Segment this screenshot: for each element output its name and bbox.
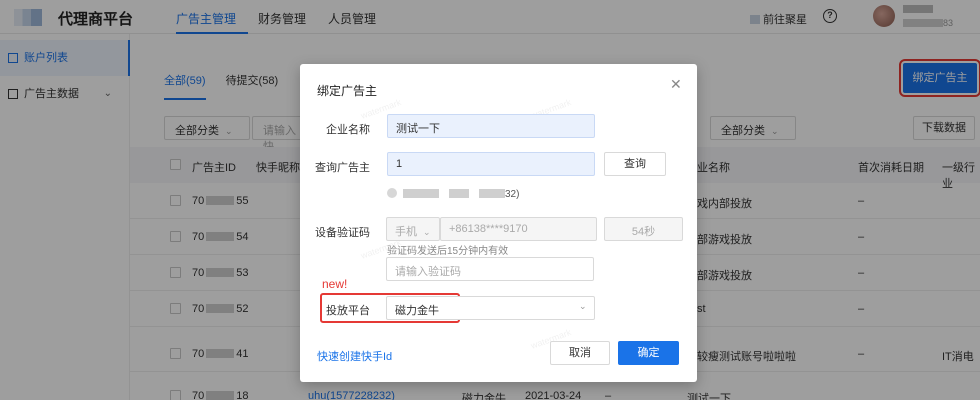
query-label: 查询广告主 (315, 162, 370, 174)
platform-label: 投放平台 (326, 305, 370, 317)
quick-create-kuaishou-id-link[interactable]: 快速创建快手Id (317, 348, 392, 364)
chevron-down-icon: ⌄ (579, 301, 587, 311)
cancel-button[interactable]: 取消 (550, 341, 610, 365)
close-icon[interactable]: ✕ (670, 76, 682, 93)
modal-title: 绑定广告主 (317, 84, 378, 98)
account-result[interactable]: 32) (387, 188, 519, 200)
company-label: 企业名称 (326, 124, 370, 136)
device-code-label: 设备验证码 (315, 227, 370, 239)
company-name-field[interactable]: 测试一下 (387, 114, 595, 138)
new-tag: new! (322, 277, 348, 291)
code-hint: 验证码发送后15分钟内有效 (387, 246, 509, 257)
query-ad-owner-input[interactable]: 1 (387, 152, 595, 176)
bind-ad-owner-modal: watermark watermark watermark watermark … (300, 64, 697, 382)
phone-number-field: +86138****9170 (440, 217, 597, 241)
platform-select[interactable]: 磁力金牛 (386, 296, 595, 320)
account-icon (387, 188, 397, 198)
verification-code-input[interactable]: 请输入验证码 (386, 257, 594, 281)
query-button[interactable]: 查询 (604, 152, 666, 176)
countdown-button: 54秒 (604, 217, 683, 241)
device-type-select[interactable]: 手机 ⌄ (386, 217, 440, 241)
confirm-button[interactable]: 确定 (618, 341, 679, 365)
chevron-down-icon: ⌄ (423, 227, 431, 237)
